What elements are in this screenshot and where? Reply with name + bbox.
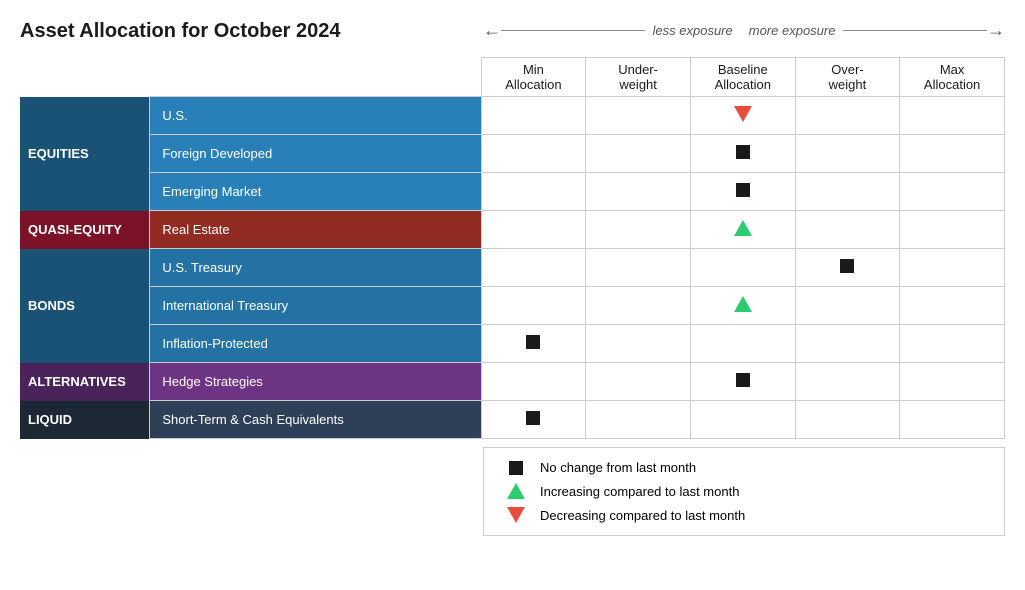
triangle-up-symbol bbox=[507, 483, 525, 499]
maxAllocation-cell bbox=[900, 211, 1005, 249]
square-symbol bbox=[840, 259, 854, 273]
baselineAllocation-cell bbox=[690, 325, 795, 363]
minAllocation-cell bbox=[481, 287, 586, 325]
minAllocation-cell bbox=[481, 211, 586, 249]
baselineAllocation-cell bbox=[690, 211, 795, 249]
table-row: QUASI-EQUITYReal Estate bbox=[20, 211, 1005, 249]
sub-category-cell: Hedge Strategies bbox=[150, 363, 481, 401]
square-symbol bbox=[509, 461, 523, 475]
legend-item: No change from last month bbox=[504, 460, 984, 475]
category-cell: QUASI-EQUITY bbox=[20, 211, 150, 249]
sub-category-cell: Inflation-Protected bbox=[150, 325, 481, 363]
underweight-cell bbox=[586, 211, 691, 249]
minAllocation-cell bbox=[481, 325, 586, 363]
arrow-left-icon: ← bbox=[483, 20, 501, 41]
underweight-cell bbox=[586, 173, 691, 211]
square-symbol bbox=[526, 411, 540, 425]
square-symbol bbox=[526, 335, 540, 349]
minAllocation-cell bbox=[481, 401, 586, 439]
sub-category-cell: U.S. Treasury bbox=[150, 249, 481, 287]
table-row: LIQUIDShort-Term & Cash Equivalents bbox=[20, 401, 1005, 439]
legend-item: Increasing compared to last month bbox=[504, 483, 984, 499]
triangle-down-symbol bbox=[507, 507, 525, 523]
baselineAllocation-cell bbox=[690, 249, 795, 287]
col-baseline: BaselineAllocation bbox=[690, 58, 795, 97]
minAllocation-cell bbox=[481, 249, 586, 287]
minAllocation-cell bbox=[481, 363, 586, 401]
category-cell: ALTERNATIVES bbox=[20, 363, 150, 401]
baselineAllocation-cell bbox=[690, 97, 795, 135]
baselineAllocation-cell bbox=[690, 135, 795, 173]
table-row: International Treasury bbox=[20, 287, 1005, 325]
underweight-cell bbox=[586, 97, 691, 135]
table-row: ALTERNATIVESHedge Strategies bbox=[20, 363, 1005, 401]
baselineAllocation-cell bbox=[690, 287, 795, 325]
legend-text: Decreasing compared to last month bbox=[540, 508, 745, 523]
table-row: EQUITIESU.S. bbox=[20, 97, 1005, 135]
col-overweight: Over-weight bbox=[795, 58, 900, 97]
minAllocation-cell bbox=[481, 135, 586, 173]
maxAllocation-cell bbox=[900, 97, 1005, 135]
underweight-cell bbox=[586, 401, 691, 439]
triangle-down-symbol bbox=[734, 106, 752, 122]
empty-header bbox=[20, 58, 481, 97]
allocation-table: MinAllocation Under-weight BaselineAlloc… bbox=[20, 57, 1005, 439]
maxAllocation-cell bbox=[900, 401, 1005, 439]
overweight-cell bbox=[795, 363, 900, 401]
sub-category-cell: Real Estate bbox=[150, 211, 481, 249]
page-title: Asset Allocation for October 2024 bbox=[20, 20, 480, 43]
overweight-cell bbox=[795, 325, 900, 363]
maxAllocation-cell bbox=[900, 249, 1005, 287]
baselineAllocation-cell bbox=[690, 363, 795, 401]
underweight-cell bbox=[586, 363, 691, 401]
sub-category-cell: Emerging Market bbox=[150, 173, 481, 211]
legend-text: No change from last month bbox=[540, 460, 696, 475]
maxAllocation-cell bbox=[900, 173, 1005, 211]
col-max-allocation: MaxAllocation bbox=[900, 58, 1005, 97]
legend-item: Decreasing compared to last month bbox=[504, 507, 984, 523]
maxAllocation-cell bbox=[900, 287, 1005, 325]
category-cell: LIQUID bbox=[20, 401, 150, 439]
sub-category-cell: International Treasury bbox=[150, 287, 481, 325]
table-row: Emerging Market bbox=[20, 173, 1005, 211]
overweight-cell bbox=[795, 97, 900, 135]
overweight-cell bbox=[795, 287, 900, 325]
maxAllocation-cell bbox=[900, 363, 1005, 401]
less-exposure-label: less exposure bbox=[645, 23, 741, 38]
col-min-allocation: MinAllocation bbox=[481, 58, 586, 97]
baselineAllocation-cell bbox=[690, 173, 795, 211]
triangle-up-symbol bbox=[734, 220, 752, 236]
category-cell: EQUITIES bbox=[20, 97, 150, 211]
overweight-cell bbox=[795, 249, 900, 287]
minAllocation-cell bbox=[481, 173, 586, 211]
square-symbol bbox=[736, 145, 750, 159]
square-symbol bbox=[736, 373, 750, 387]
legend-text: Increasing compared to last month bbox=[540, 484, 739, 499]
maxAllocation-cell bbox=[900, 325, 1005, 363]
sub-category-cell: Foreign Developed bbox=[150, 135, 481, 173]
table-row: Foreign Developed bbox=[20, 135, 1005, 173]
square-symbol bbox=[736, 183, 750, 197]
baselineAllocation-cell bbox=[690, 401, 795, 439]
table-row: BONDSU.S. Treasury bbox=[20, 249, 1005, 287]
underweight-cell bbox=[586, 249, 691, 287]
arrow-right-icon: → bbox=[987, 20, 1005, 41]
col-underweight: Under-weight bbox=[586, 58, 691, 97]
sub-category-cell: Short-Term & Cash Equivalents bbox=[150, 401, 481, 439]
category-cell: BONDS bbox=[20, 249, 150, 363]
sub-category-cell: U.S. bbox=[150, 97, 481, 135]
overweight-cell bbox=[795, 135, 900, 173]
more-exposure-label: more exposure bbox=[741, 23, 844, 38]
legend-box: No change from last month Increasing comp… bbox=[483, 447, 1005, 536]
overweight-cell bbox=[795, 173, 900, 211]
underweight-cell bbox=[586, 287, 691, 325]
overweight-cell bbox=[795, 211, 900, 249]
minAllocation-cell bbox=[481, 97, 586, 135]
overweight-cell bbox=[795, 401, 900, 439]
underweight-cell bbox=[586, 135, 691, 173]
triangle-up-symbol bbox=[734, 296, 752, 312]
maxAllocation-cell bbox=[900, 135, 1005, 173]
underweight-cell bbox=[586, 325, 691, 363]
table-row: Inflation-Protected bbox=[20, 325, 1005, 363]
